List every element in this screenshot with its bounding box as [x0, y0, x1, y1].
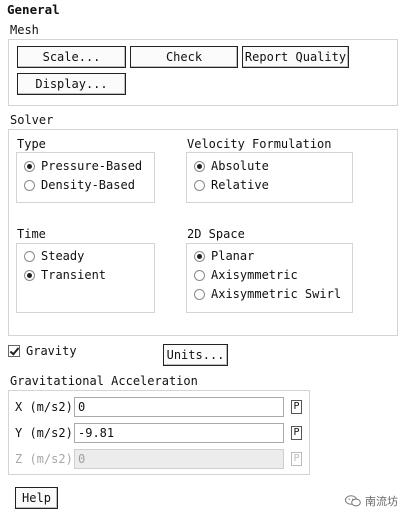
radio-label: Steady — [41, 249, 85, 263]
radio-button-icon[interactable] — [194, 179, 205, 191]
grav-accel-group-label: Gravitational Acceleration — [10, 374, 198, 388]
radio-label: Relative — [211, 178, 269, 192]
radio-absolute[interactable]: Absolute — [194, 157, 269, 175]
radio-pressure-based[interactable]: Pressure-Based — [24, 157, 142, 175]
radio-button-icon[interactable] — [24, 250, 35, 262]
units-button[interactable]: Units... — [163, 344, 228, 366]
radio-button-icon[interactable] — [194, 269, 205, 281]
radio-label: Transient — [41, 268, 107, 282]
y-accel-label: Y (m/s2) — [15, 426, 73, 440]
gravity-checkbox[interactable] — [8, 345, 20, 357]
radio-steady[interactable]: Steady — [24, 247, 84, 265]
y-param-button[interactable]: P — [291, 426, 302, 440]
watermark: 南流坊 — [345, 493, 398, 509]
radio-axisymmetric[interactable]: Axisymmetric — [194, 266, 298, 284]
x-param-button[interactable]: P — [291, 400, 302, 414]
radio-planar[interactable]: Planar — [194, 247, 254, 265]
radio-button-selected-icon[interactable] — [194, 250, 205, 262]
x-accel-field[interactable]: 0 — [74, 397, 284, 417]
check-button[interactable]: Check — [130, 46, 238, 68]
radio-label: Density-Based — [41, 178, 135, 192]
z-accel-label: Z (m/s2) — [15, 452, 73, 466]
gravity-checkbox-row[interactable]: Gravity — [8, 342, 77, 360]
time-group-label: Time — [17, 227, 46, 241]
panel-title: General — [7, 2, 60, 17]
radio-label: Pressure-Based — [41, 159, 143, 173]
space-2d-group-label: 2D Space — [187, 227, 245, 241]
radio-relative[interactable]: Relative — [194, 176, 269, 194]
wechat-icon — [345, 495, 361, 507]
radio-label: Axisymmetric — [211, 268, 298, 282]
help-button[interactable]: Help — [15, 487, 58, 509]
solver-group-label: Solver — [10, 113, 54, 127]
z-param-button: P — [291, 452, 302, 466]
radio-density-based[interactable]: Density-Based — [24, 176, 135, 194]
radio-label: Absolute — [211, 159, 269, 173]
radio-button-icon[interactable] — [194, 288, 205, 300]
radio-axisymmetric-swirl[interactable]: Axisymmetric Swirl — [194, 285, 341, 303]
display-button[interactable]: Display... — [17, 73, 126, 95]
gravity-label: Gravity — [26, 344, 77, 358]
radio-label: Planar — [211, 249, 255, 263]
radio-button-selected-icon[interactable] — [24, 269, 35, 281]
velocity-formulation-label: Velocity Formulation — [187, 137, 332, 151]
watermark-text: 南流坊 — [365, 495, 398, 508]
mesh-group-label: Mesh — [10, 23, 39, 37]
radio-button-selected-icon[interactable] — [194, 160, 205, 172]
type-group-label: Type — [17, 137, 46, 151]
report-quality-button[interactable]: Report Quality — [242, 46, 349, 68]
scale-button[interactable]: Scale... — [17, 46, 126, 68]
y-accel-field[interactable]: -9.81 — [74, 423, 284, 443]
radio-transient[interactable]: Transient — [24, 266, 106, 284]
x-accel-label: X (m/s2) — [15, 400, 73, 414]
radio-button-icon[interactable] — [24, 179, 35, 191]
radio-label: Axisymmetric Swirl — [211, 287, 342, 301]
z-accel-field: 0 — [74, 449, 284, 469]
radio-button-selected-icon[interactable] — [24, 160, 35, 172]
